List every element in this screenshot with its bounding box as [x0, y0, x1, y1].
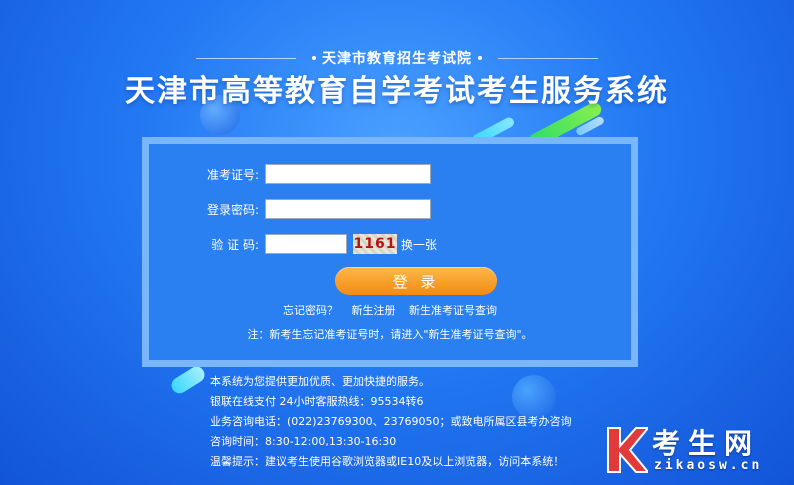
login-panel: 准考证号: 登录密码: 验 证 码: 1161 换一张 登 录 忘记密码？ 新生… — [142, 137, 638, 367]
site-watermark: 考生网 zikaosw.cn — [604, 420, 794, 485]
divider — [498, 57, 598, 59]
bullet-icon — [478, 56, 482, 60]
organization-header: 天津市教育招生考试院 — [0, 48, 794, 68]
info-line: 咨询时间：8:30-12:00,13:30-16:30 — [210, 435, 397, 448]
watermark-name: 考生网 — [652, 427, 761, 460]
exam-id-input[interactable] — [265, 164, 431, 184]
info-line: 本系统为您提供更加优质、更加快捷的服务。 — [210, 375, 430, 388]
exam-id-row: 准考证号: — [189, 164, 431, 184]
captcha-refresh-link[interactable]: 换一张 — [401, 236, 437, 253]
forgot-password-link[interactable]: 忘记密码？ — [283, 304, 338, 317]
captcha-row: 验 证 码: 1161 换一张 — [189, 234, 437, 254]
captcha-image[interactable]: 1161 — [353, 234, 397, 254]
password-input[interactable] — [265, 199, 431, 219]
k-logo-icon — [607, 427, 648, 473]
decorative-streak — [168, 363, 208, 397]
captcha-label: 验 证 码: — [211, 237, 259, 252]
service-info: 本系统为您提供更加优质、更加快捷的服务。 银联在线支付 24小时客服热线：955… — [210, 372, 572, 472]
info-line: 银联在线支付 24小时客服热线：95534转6 — [210, 395, 424, 408]
bullet-icon — [312, 56, 316, 60]
info-line: 业务咨询电话：(022)23769300、23769050；或致电所属区县考办咨… — [210, 415, 572, 428]
login-button[interactable]: 登 录 — [335, 267, 497, 295]
page-title: 天津市高等教育自学考试考生服务系统 — [125, 74, 669, 109]
captcha-input[interactable] — [265, 234, 347, 254]
exam-id-lookup-link[interactable]: 新生准考证号查询 — [409, 304, 497, 317]
info-line: 温馨提示：建议考生使用谷歌浏览器或IE10及以上浏览器，访问本系统！ — [210, 455, 565, 468]
watermark-url: zikaosw.cn — [654, 458, 763, 473]
login-note: 注：新考生忘记准考证号时，请进入"新生准考证号查询"。 — [247, 328, 533, 341]
auxiliary-links: 忘记密码？ 新生注册 新生准考证号查询 — [149, 302, 631, 318]
register-link[interactable]: 新生注册 — [352, 304, 396, 317]
exam-id-label: 准考证号: — [206, 167, 259, 182]
organization-name: 天津市教育招生考试院 — [322, 51, 472, 67]
password-row: 登录密码: — [189, 199, 431, 219]
password-label: 登录密码: — [206, 202, 259, 217]
divider — [196, 57, 296, 59]
